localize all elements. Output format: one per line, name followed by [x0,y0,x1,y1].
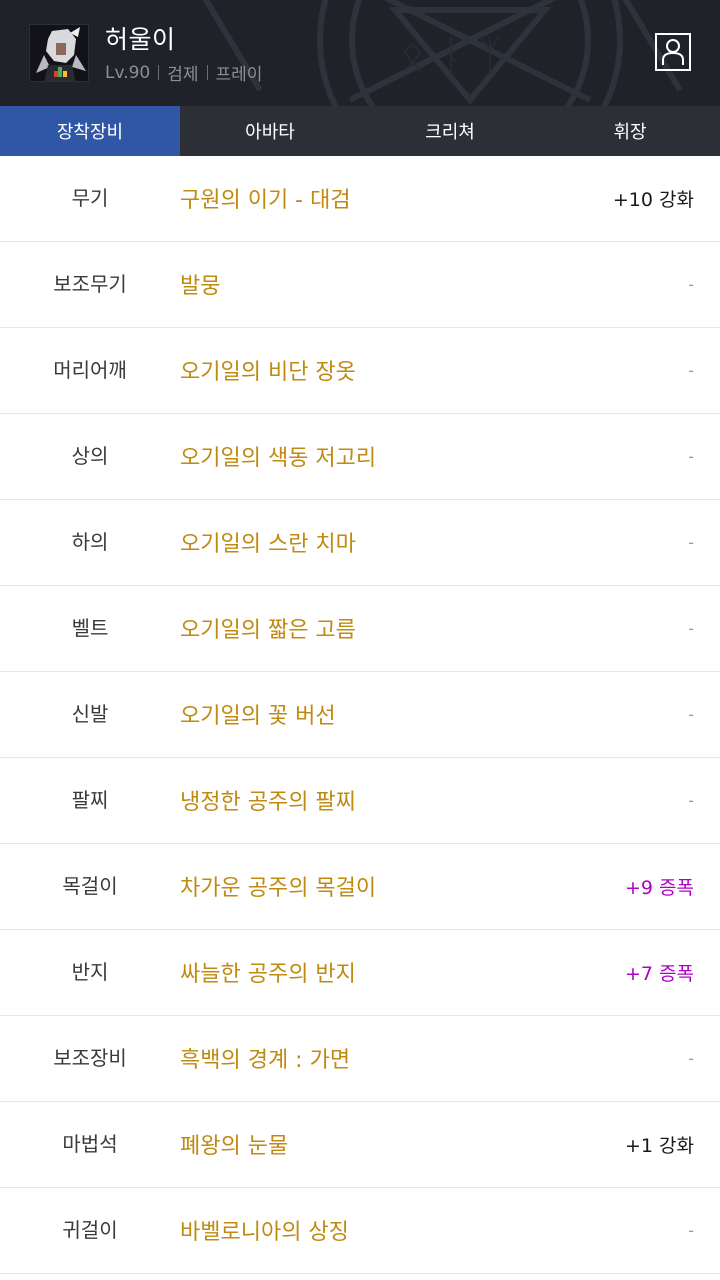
equipment-item-name[interactable]: 오기일의 색동 저고리 [180,414,376,498]
equipment-row[interactable]: 신발 오기일의 꽃 버선 - [0,672,720,758]
equipment-row[interactable]: 팔찌 냉정한 공주의 팔찌 - [0,758,720,844]
equipment-item-name[interactable]: 발뭉 [180,242,220,326]
tab-emblem[interactable]: 휘장 [540,106,720,156]
equipment-list: 무기 구원의 이기 - 대검 +10 강화보조무기 발뭉 - 머리어깨 오기일의 비단 장옷… [0,156,720,1274]
equipment-upgrade-status: - [688,446,694,466]
equipment-item-name[interactable]: 바벨로니아의 상징 [180,1188,349,1272]
equipment-row[interactable]: 귀걸이 바벨로니아의 상징 - [0,1188,720,1274]
tab-bar: 장착장비 아바타 크리쳐 휘장 [0,106,720,156]
character-header: ᛟ ᚾ ᛉ 허울이 Lv.90 검제 프레이 [0,0,720,106]
equipment-item-name[interactable]: 구원의 이기 - 대검 [180,156,351,240]
equipment-slot-label: 팔찌 [71,787,109,812]
equipment-slot-label: 반지 [71,959,109,984]
equipment-upgrade-status: - [688,618,694,638]
equipment-upgrade-status: - [688,1220,694,1240]
equipment-row[interactable]: 무기 구원의 이기 - 대검 +10 강화 [0,156,720,242]
equipment-item-name[interactable]: 오기일의 꽃 버선 [180,672,336,756]
equipment-slot-label: 벨트 [71,615,109,640]
equipment-slot-label: 상의 [71,443,109,468]
equipment-upgrade-status: - [688,360,694,380]
character-level: Lv.90 [105,62,151,83]
profile-button[interactable] [655,33,691,71]
info-divider [206,65,208,80]
equipment-item-name[interactable]: 폐왕의 눈물 [180,1102,288,1186]
equipment-upgrade-status: - [688,274,694,294]
equipment-slot-label: 하의 [71,529,109,554]
equipment-row[interactable]: 보조장비 흑백의 경계 : 가면 - [0,1016,720,1102]
equipment-row[interactable]: 마법석 폐왕의 눈물 +1 강화 [0,1102,720,1188]
avatar[interactable] [29,24,89,82]
equipment-slot-label: 마법석 [62,1131,118,1156]
equipment-row[interactable]: 목걸이 차가운 공주의 목걸이 +9 증폭 [0,844,720,930]
info-divider [158,65,160,80]
equipment-item-name[interactable]: 싸늘한 공주의 반지 [180,930,356,1014]
tab-equipped[interactable]: 장착장비 [0,106,180,156]
equipment-upgrade-status: +1 강화 [624,1134,694,1157]
equipment-upgrade-status: - [688,704,694,724]
equipment-row[interactable]: 벨트 오기일의 짧은 고름 - [0,586,720,672]
equipment-item-name[interactable]: 오기일의 짧은 고름 [180,586,356,670]
character-portrait-icon [30,25,88,81]
equipment-slot-label: 보조무기 [53,271,127,296]
equipment-upgrade-status: +7 증폭 [624,962,694,985]
equipment-row[interactable]: 머리어깨 오기일의 비단 장옷 - [0,328,720,414]
equipment-upgrade-status: - [688,532,694,552]
equipment-item-name[interactable]: 냉정한 공주의 팔찌 [180,758,356,842]
equipment-item-name[interactable]: 오기일의 스란 치마 [180,500,356,584]
equipment-slot-label: 귀걸이 [62,1217,118,1242]
svg-text:ᛟ ᚾ ᛉ: ᛟ ᚾ ᛉ [400,31,502,80]
equipment-upgrade-status: +10 강화 [612,188,694,211]
character-name: 허울이 [105,25,176,54]
equipment-slot-label: 머리어깨 [53,357,127,382]
equipment-upgrade-status: +9 증폭 [624,876,694,899]
character-job: 검제 [167,65,199,85]
equipment-row[interactable]: 보조무기 발뭉 - [0,242,720,328]
equipment-slot-label: 목걸이 [62,873,118,898]
equipment-row[interactable]: 반지 싸늘한 공주의 반지 +7 증폭 [0,930,720,1016]
equipment-item-name[interactable]: 차가운 공주의 목걸이 [180,844,376,928]
equipment-upgrade-status: - [688,1048,694,1068]
equipment-upgrade-status: - [688,790,694,810]
character-server: 프레이 [215,65,263,85]
equipment-slot-label: 무기 [71,185,109,210]
equipment-item-name[interactable]: 흑백의 경계 : 가면 [180,1016,350,1100]
equipment-slot-label: 신발 [71,701,109,726]
equipment-row[interactable]: 상의 오기일의 색동 저고리 - [0,414,720,500]
tab-avatar[interactable]: 아바타 [180,106,360,156]
character-info: Lv.90 검제 프레이 [105,60,263,86]
tab-creature[interactable]: 크리쳐 [360,106,540,156]
person-icon [662,39,684,65]
equipment-item-name[interactable]: 오기일의 비단 장옷 [180,328,356,412]
equipment-slot-label: 보조장비 [53,1045,127,1070]
equipment-row[interactable]: 하의 오기일의 스란 치마 - [0,500,720,586]
